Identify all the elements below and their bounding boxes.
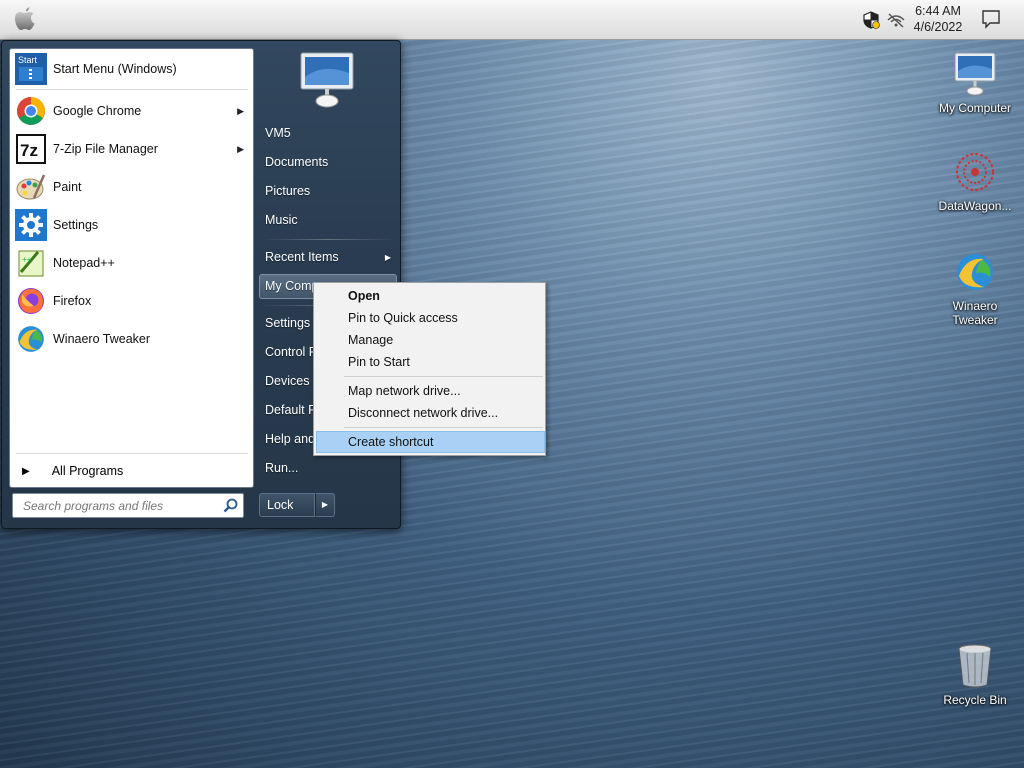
- svg-text:7z: 7z: [20, 141, 38, 160]
- program-item-google-chrome[interactable]: Google Chrome ▶: [12, 93, 252, 129]
- apple-logo-icon: [15, 7, 35, 30]
- program-item-7zip[interactable]: 7z 7-Zip File Manager ▶: [12, 131, 252, 167]
- places-item-music[interactable]: Music: [259, 208, 397, 233]
- system-clock[interactable]: 6:44 AM 4/6/2022: [906, 3, 970, 35]
- context-menu-divider: [344, 376, 543, 377]
- start-menu-programs-pane: Start Start Menu (Windows) Google Chrome…: [9, 48, 254, 488]
- all-programs-divider: [16, 453, 248, 454]
- user-picture-monitor-icon[interactable]: [299, 51, 355, 109]
- apple-start-button[interactable]: [10, 4, 40, 34]
- program-label: Google Chrome: [53, 104, 142, 118]
- chrome-icon: [15, 95, 47, 127]
- program-item-settings[interactable]: Settings: [12, 207, 252, 243]
- 7zip-icon: 7z: [15, 133, 47, 165]
- all-programs-button[interactable]: ▶ All Programs: [12, 457, 252, 485]
- power-options-arrow-icon[interactable]: ▶: [315, 493, 335, 517]
- context-menu-open[interactable]: Open: [316, 285, 545, 307]
- submenu-arrow-icon: ▶: [237, 105, 244, 116]
- settings-gear-icon: [15, 209, 47, 241]
- desktop-icon-winaero-tweaker[interactable]: Winaero Tweaker: [932, 248, 1018, 327]
- lock-button[interactable]: Lock: [259, 493, 315, 517]
- network-disconnected-icon[interactable]: [886, 10, 906, 30]
- paint-icon: [15, 171, 47, 203]
- submenu-arrow-icon: ▶: [384, 253, 391, 262]
- monitor-icon: [951, 50, 999, 98]
- all-programs-label: All Programs: [51, 464, 124, 478]
- program-label: Settings: [53, 218, 99, 232]
- program-item-firefox[interactable]: Firefox: [12, 283, 252, 319]
- places-divider: [261, 239, 395, 240]
- program-label: Start Menu (Windows): [53, 62, 177, 76]
- notepad-plus-plus-icon: ++: [15, 247, 47, 279]
- context-menu-map-network-drive[interactable]: Map network drive...: [316, 380, 545, 402]
- context-menu-create-shortcut[interactable]: Create shortcut: [316, 431, 545, 453]
- firefox-icon: [15, 285, 47, 317]
- clock-date: 4/6/2022: [913, 20, 963, 34]
- clock-time: 6:44 AM: [915, 4, 961, 18]
- notification-center-icon[interactable]: [980, 8, 1002, 30]
- context-menu-divider: [344, 427, 543, 428]
- top-menu-bar: 6:44 AM 4/6/2022: [0, 0, 1024, 40]
- desktop-icon-label: Recycle Bin: [943, 693, 1007, 707]
- context-menu-pin-to-start[interactable]: Pin to Start: [316, 351, 545, 373]
- context-menu-pin-to-quick-access[interactable]: Pin to Quick access: [316, 307, 545, 329]
- desktop-icon-my-computer[interactable]: My Computer: [932, 50, 1018, 115]
- program-item-winaero-tweaker[interactable]: Winaero Tweaker: [12, 321, 252, 357]
- program-item-paint[interactable]: Paint: [12, 169, 252, 205]
- all-programs-arrow-icon: ▶: [22, 465, 30, 477]
- datawagon-icon: [951, 148, 999, 196]
- submenu-arrow-icon: ▶: [237, 143, 244, 154]
- svg-text:++: ++: [22, 255, 32, 264]
- search-icon[interactable]: [223, 498, 238, 513]
- start-menu-icon: Start: [15, 53, 47, 85]
- programs-divider: [16, 89, 248, 90]
- places-item-vm5[interactable]: VM5: [259, 121, 397, 146]
- search-input[interactable]: Search programs and files: [12, 493, 244, 518]
- context-menu: Open Pin to Quick access Manage Pin to S…: [313, 282, 546, 456]
- winaero-icon: [15, 323, 47, 355]
- places-item-label: Recent Items: [265, 250, 339, 264]
- program-label: Winaero Tweaker: [53, 332, 151, 346]
- search-placeholder: Search programs and files: [23, 499, 164, 513]
- winaero-icon: [951, 248, 999, 296]
- desktop-icon-label: DataWagon...: [938, 199, 1012, 213]
- recycle-bin-icon: [951, 642, 999, 690]
- program-label: Firefox: [53, 294, 92, 308]
- program-item-start-menu[interactable]: Start Start Menu (Windows): [12, 51, 252, 87]
- program-item-notepad-plus-plus[interactable]: ++ Notepad++: [12, 245, 252, 281]
- program-label: Notepad++: [53, 256, 115, 270]
- places-item-documents[interactable]: Documents: [259, 150, 397, 175]
- places-item-recent-items[interactable]: Recent Items ▶: [259, 245, 397, 270]
- context-menu-manage[interactable]: Manage: [316, 329, 545, 351]
- program-label: Paint: [53, 180, 82, 194]
- desktop-icon-datawagon[interactable]: DataWagon...: [932, 148, 1018, 213]
- desktop-icon-label: My Computer: [938, 101, 1012, 115]
- context-menu-disconnect-network-drive[interactable]: Disconnect network drive...: [316, 402, 545, 424]
- desktop-icon-recycle-bin[interactable]: Recycle Bin: [932, 642, 1018, 707]
- svg-text:Start: Start: [18, 55, 38, 65]
- desktop-icon-label: Winaero Tweaker: [952, 299, 998, 327]
- places-item-pictures[interactable]: Pictures: [259, 179, 397, 204]
- security-shield-icon[interactable]: [861, 10, 881, 30]
- places-item-run[interactable]: Run...: [259, 456, 397, 481]
- program-label: 7-Zip File Manager: [53, 142, 158, 156]
